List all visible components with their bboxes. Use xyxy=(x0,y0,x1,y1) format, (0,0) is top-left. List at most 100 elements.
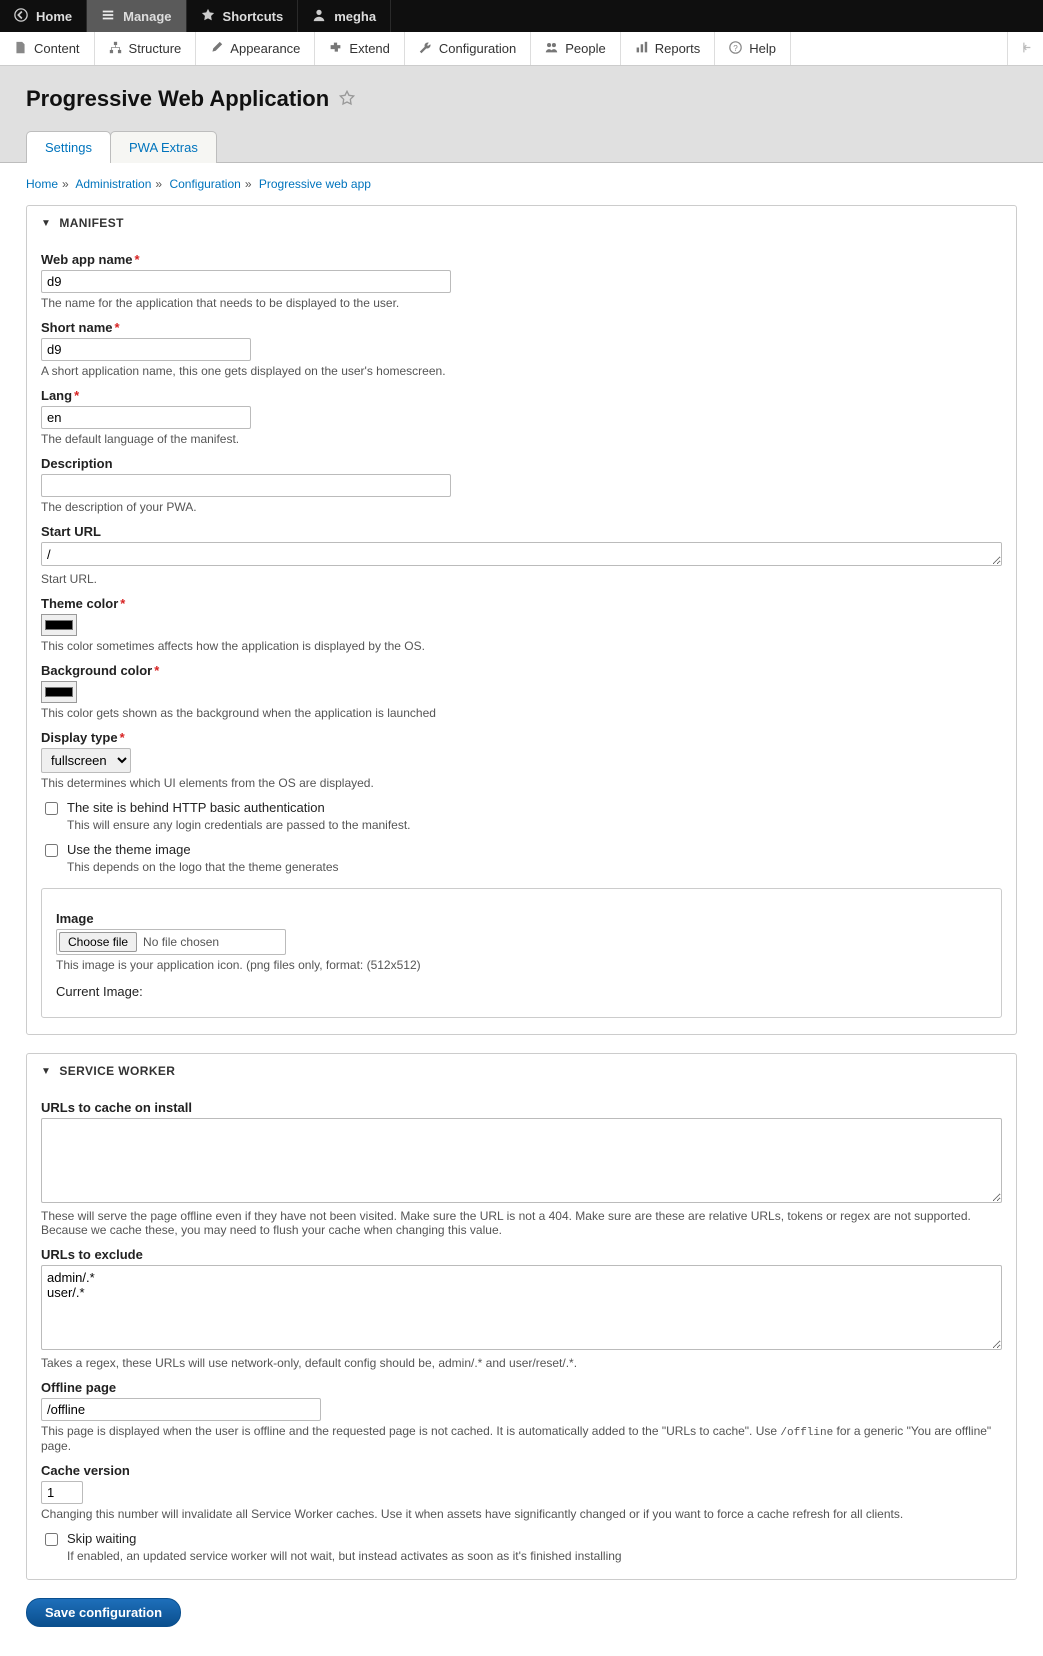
offline-page-input[interactable] xyxy=(41,1398,321,1421)
theme-image-checkbox[interactable] xyxy=(45,844,58,857)
web-app-name-input[interactable] xyxy=(41,270,451,293)
offline-page-help: This page is displayed when the user is … xyxy=(41,1424,1002,1453)
image-help: This image is your application icon. (pn… xyxy=(56,958,987,972)
admin-tabs: Content Structure Appearance Extend Conf… xyxy=(0,32,1043,66)
toolbar: Home Manage Shortcuts megha xyxy=(0,0,1043,32)
back-icon xyxy=(14,8,28,25)
web-app-name-help: The name for the application that needs … xyxy=(41,296,1002,310)
tab-configuration-label: Configuration xyxy=(439,41,516,56)
start-url-input[interactable]: / xyxy=(41,542,1002,566)
chart-icon xyxy=(635,41,648,57)
svg-text:?: ? xyxy=(733,43,738,52)
description-input[interactable] xyxy=(41,474,451,497)
theme-image-help: This depends on the logo that the theme … xyxy=(67,860,339,874)
tab-appearance[interactable]: Appearance xyxy=(196,32,315,65)
display-type-select[interactable]: fullscreen xyxy=(41,748,131,773)
content-region: Home» Administration» Configuration» Pro… xyxy=(0,163,1043,1656)
basic-auth-help: This will ensure any login credentials a… xyxy=(67,818,411,832)
breadcrumb-pwa[interactable]: Progressive web app xyxy=(259,177,371,191)
puzzle-icon xyxy=(329,41,342,57)
cache-version-input[interactable] xyxy=(41,1481,83,1504)
tab-content[interactable]: Content xyxy=(0,32,95,65)
exclude-urls-label: URLs to exclude xyxy=(41,1247,1002,1262)
exclude-urls-textarea[interactable]: admin/.* user/.* xyxy=(41,1265,1002,1350)
lang-input[interactable] xyxy=(41,406,251,429)
theme-image-label: Use the theme image xyxy=(67,842,191,857)
short-name-label: Short name* xyxy=(41,320,1002,335)
fieldset-manifest-legend: Manifest xyxy=(59,216,124,230)
toolbar-manage-label: Manage xyxy=(123,9,171,24)
page-title: Progressive Web Application xyxy=(26,86,329,112)
short-name-help: A short application name, this one gets … xyxy=(41,364,1002,378)
breadcrumb-admin[interactable]: Administration xyxy=(75,177,151,191)
tab-structure[interactable]: Structure xyxy=(95,32,197,65)
local-tab-settings[interactable]: Settings xyxy=(26,131,111,163)
local-tab-extras[interactable]: PWA Extras xyxy=(110,131,217,163)
skip-waiting-checkbox[interactable] xyxy=(45,1533,58,1546)
toolbar-home[interactable]: Home xyxy=(0,0,87,32)
skip-waiting-label: Skip waiting xyxy=(67,1531,136,1546)
tab-reports-label: Reports xyxy=(655,41,701,56)
cache-urls-label: URLs to cache on install xyxy=(41,1100,1002,1115)
image-label: Image xyxy=(56,911,987,926)
start-url-label: Start URL xyxy=(41,524,1002,539)
short-name-input[interactable] xyxy=(41,338,251,361)
bg-color-help: This color gets shown as the background … xyxy=(41,706,1002,720)
triangle-down-icon: ▼ xyxy=(41,218,51,229)
fieldset-manifest: ▼ Manifest Web app name* The name for the… xyxy=(26,205,1017,1035)
breadcrumb: Home» Administration» Configuration» Pro… xyxy=(26,177,1017,191)
tab-extend[interactable]: Extend xyxy=(315,32,404,65)
toolbar-shortcuts[interactable]: Shortcuts xyxy=(187,0,299,32)
people-icon xyxy=(545,41,558,57)
breadcrumb-home[interactable]: Home xyxy=(26,177,58,191)
tab-content-label: Content xyxy=(34,41,80,56)
toolbar-user-label: megha xyxy=(334,9,376,24)
fieldset-sw-legend: Service worker xyxy=(59,1064,175,1078)
hamburger-icon xyxy=(101,8,115,25)
file-chosen-text: No file chosen xyxy=(143,935,219,949)
tab-structure-label: Structure xyxy=(129,41,182,56)
tab-people[interactable]: People xyxy=(531,32,620,65)
basic-auth-checkbox[interactable] xyxy=(45,802,58,815)
tab-reports[interactable]: Reports xyxy=(621,32,716,65)
local-tabs: Settings PWA Extras xyxy=(26,130,1017,162)
toolbar-shortcuts-label: Shortcuts xyxy=(223,9,284,24)
bg-color-label: Background color* xyxy=(41,663,1002,678)
paint-icon xyxy=(210,41,223,57)
page-header: Progressive Web Application Settings PWA… xyxy=(0,66,1043,163)
arrow-left-icon xyxy=(1019,41,1032,57)
wrench-icon xyxy=(419,41,432,57)
star-icon xyxy=(201,8,215,25)
skip-waiting-help: If enabled, an updated service worker wi… xyxy=(67,1549,622,1563)
web-app-name-label: Web app name* xyxy=(41,252,1002,267)
tab-help[interactable]: ?Help xyxy=(715,32,791,65)
theme-color-input[interactable] xyxy=(41,614,77,636)
description-help: The description of your PWA. xyxy=(41,500,1002,514)
hierarchy-icon xyxy=(109,41,122,57)
save-configuration-button[interactable]: Save configuration xyxy=(26,1598,181,1627)
image-file-input[interactable]: Choose file No file chosen xyxy=(56,929,286,955)
fieldset-service-worker: ▼ Service worker URLs to cache on install… xyxy=(26,1053,1017,1580)
exclude-urls-help: Takes a regex, these URLs will use netwo… xyxy=(41,1356,1002,1370)
toolbar-user[interactable]: megha xyxy=(298,0,391,32)
lang-help: The default language of the manifest. xyxy=(41,432,1002,446)
choose-file-button[interactable]: Choose file xyxy=(59,932,137,952)
fieldset-sw-toggle[interactable]: ▼ Service worker xyxy=(27,1054,1016,1088)
tab-appearance-label: Appearance xyxy=(230,41,300,56)
favorite-star-icon[interactable] xyxy=(339,90,355,109)
toolbar-home-label: Home xyxy=(36,9,72,24)
description-label: Description xyxy=(41,456,1002,471)
toggle-orientation[interactable] xyxy=(1007,32,1043,65)
triangle-down-icon: ▼ xyxy=(41,1066,51,1077)
tab-people-label: People xyxy=(565,41,605,56)
tab-configuration[interactable]: Configuration xyxy=(405,32,531,65)
bg-color-input[interactable] xyxy=(41,681,77,703)
toolbar-manage[interactable]: Manage xyxy=(87,0,186,32)
page-icon xyxy=(14,41,27,57)
breadcrumb-config[interactable]: Configuration xyxy=(169,177,240,191)
cache-urls-help: These will serve the page offline even i… xyxy=(41,1209,1002,1237)
cache-version-help: Changing this number will invalidate all… xyxy=(41,1507,1002,1521)
fieldset-manifest-toggle[interactable]: ▼ Manifest xyxy=(27,206,1016,240)
theme-color-help: This color sometimes affects how the app… xyxy=(41,639,1002,653)
cache-urls-textarea[interactable] xyxy=(41,1118,1002,1203)
